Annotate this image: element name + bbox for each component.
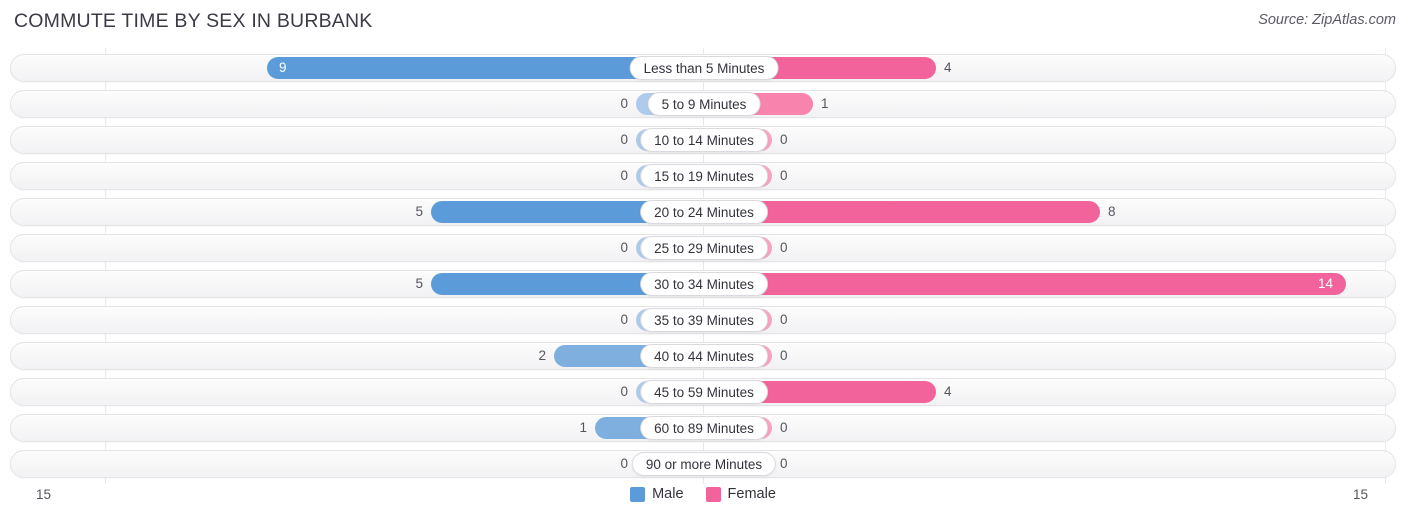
bar-group: 0 1 5 to 9 Minutes — [11, 91, 1397, 117]
bar-group: 5 8 20 to 24 Minutes — [11, 199, 1397, 225]
chart-row[interactable]: 1 0 60 to 89 Minutes — [10, 414, 1396, 442]
bar-group: 0 0 90 or more Minutes — [11, 451, 1397, 477]
bar-value-male: 0 — [620, 456, 628, 471]
bar-value-female: 14 — [1318, 276, 1334, 291]
category-label: 25 to 29 Minutes — [640, 236, 768, 260]
category-label: Less than 5 Minutes — [629, 56, 779, 80]
chart-row[interactable]: 0 0 15 to 19 Minutes — [10, 162, 1396, 190]
legend-label-female: Female — [727, 486, 776, 502]
category-label: 35 to 39 Minutes — [640, 308, 768, 332]
bar-value-female: 0 — [780, 312, 788, 327]
bar-group: 0 0 10 to 14 Minutes — [11, 127, 1397, 153]
category-label: 90 or more Minutes — [631, 452, 777, 476]
bar-value-male: 0 — [620, 132, 628, 147]
category-label: 40 to 44 Minutes — [640, 344, 768, 368]
bar-value-female: 4 — [944, 60, 952, 75]
chart-row[interactable]: 0 1 5 to 9 Minutes — [10, 90, 1396, 118]
category-label: 30 to 34 Minutes — [640, 272, 768, 296]
bar-group: 2 0 40 to 44 Minutes — [11, 343, 1397, 369]
bar-value-male: 5 — [415, 204, 423, 219]
bar-value-female: 4 — [944, 384, 952, 399]
bar-group: 0 0 15 to 19 Minutes — [11, 163, 1397, 189]
bar-value-female: 0 — [780, 168, 788, 183]
bar-group: 0 0 35 to 39 Minutes — [11, 307, 1397, 333]
bar-value-male: 1 — [579, 420, 587, 435]
category-label: 45 to 59 Minutes — [640, 380, 768, 404]
bar-female[interactable] — [704, 273, 1346, 295]
chart-row[interactable]: 0 0 35 to 39 Minutes — [10, 306, 1396, 334]
bar-value-male: 5 — [415, 276, 423, 291]
page-title: COMMUTE TIME BY SEX IN BURBANK — [14, 10, 373, 32]
category-label: 20 to 24 Minutes — [640, 200, 768, 224]
chart-row[interactable]: 5 8 20 to 24 Minutes — [10, 198, 1396, 226]
bar-group: 0 4 45 to 59 Minutes — [11, 379, 1397, 405]
chart-root: COMMUTE TIME BY SEX IN BURBANK Source: Z… — [0, 0, 1406, 522]
source-attribution: Source: ZipAtlas.com — [1258, 12, 1396, 28]
chart-row[interactable]: 0 4 45 to 59 Minutes — [10, 378, 1396, 406]
bar-value-male: 0 — [620, 168, 628, 183]
category-label: 5 to 9 Minutes — [647, 92, 761, 116]
bar-value-male: 0 — [620, 96, 628, 111]
legend-label-male: Male — [652, 486, 684, 502]
bar-value-female: 0 — [780, 132, 788, 147]
chart-legend: Male Female — [0, 486, 1406, 502]
bar-value-female: 0 — [780, 348, 788, 363]
bar-value-female: 0 — [780, 420, 788, 435]
bar-group: 0 0 25 to 29 Minutes — [11, 235, 1397, 261]
chart-row[interactable]: 0 0 25 to 29 Minutes — [10, 234, 1396, 262]
chart-row[interactable]: 5 14 30 to 34 Minutes — [10, 270, 1396, 298]
bar-value-male: 0 — [620, 384, 628, 399]
legend-item-male[interactable]: Male — [630, 486, 684, 502]
chart-row[interactable]: 2 0 40 to 44 Minutes — [10, 342, 1396, 370]
category-label: 10 to 14 Minutes — [640, 128, 768, 152]
bar-value-female: 8 — [1108, 204, 1116, 219]
bar-value-female: 1 — [821, 96, 829, 111]
bar-group: 1 0 60 to 89 Minutes — [11, 415, 1397, 441]
bar-value-female: 0 — [780, 240, 788, 255]
chart-row[interactable]: 0 0 90 or more Minutes — [10, 450, 1396, 478]
bar-value-male: 2 — [538, 348, 546, 363]
chart-row[interactable]: 9 4 Less than 5 Minutes — [10, 54, 1396, 82]
bar-value-male: 0 — [620, 312, 628, 327]
bar-group: 9 4 Less than 5 Minutes — [11, 55, 1397, 81]
bar-value-female: 0 — [780, 456, 788, 471]
bar-value-male: 9 — [279, 60, 287, 75]
legend-swatch-female-icon — [705, 486, 721, 502]
legend-swatch-male-icon — [630, 486, 646, 502]
chart-plot-area: 9 4 Less than 5 Minutes 0 1 5 to 9 Minutes 0 0 1… — [10, 48, 1396, 484]
legend-item-female[interactable]: Female — [705, 486, 776, 502]
bar-group: 5 14 30 to 34 Minutes — [11, 271, 1397, 297]
chart-row[interactable]: 0 0 10 to 14 Minutes — [10, 126, 1396, 154]
bar-value-male: 0 — [620, 240, 628, 255]
category-label: 60 to 89 Minutes — [640, 416, 768, 440]
category-label: 15 to 19 Minutes — [640, 164, 768, 188]
